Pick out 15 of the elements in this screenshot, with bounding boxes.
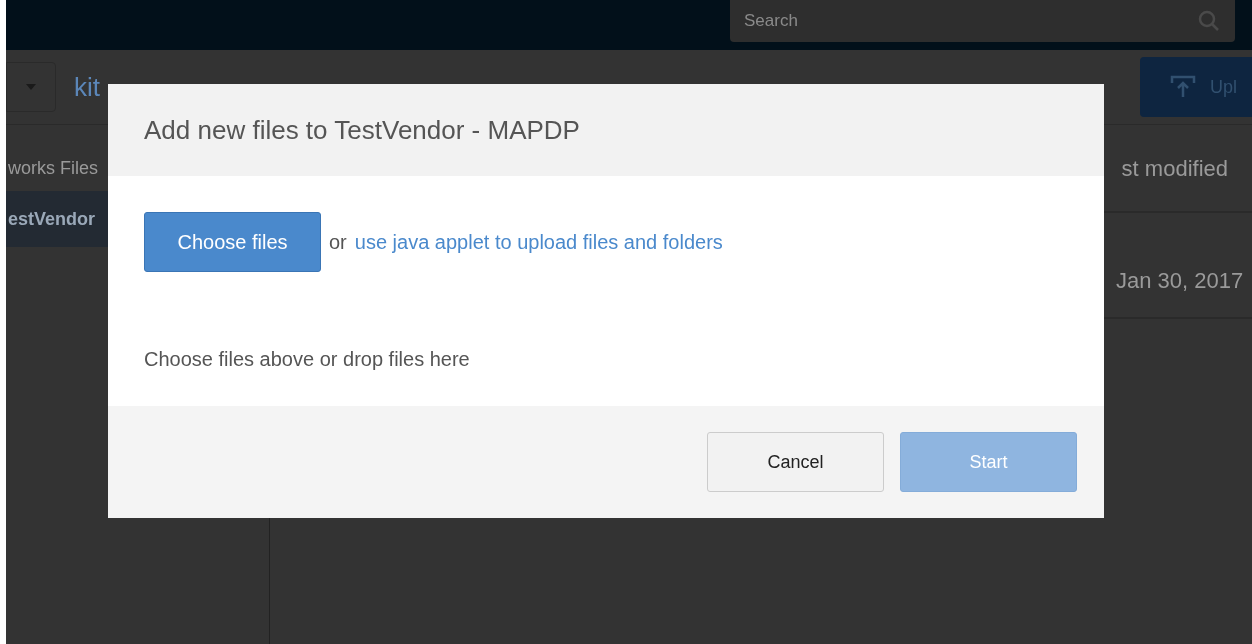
or-text: or [329, 230, 347, 255]
caret-icon [26, 84, 36, 90]
choose-files-button[interactable]: Choose files [144, 212, 321, 272]
dropdown-button[interactable] [6, 62, 56, 112]
dialog-title: Add new files to TestVendor - MAPDP [144, 113, 580, 147]
search-icon [1197, 9, 1221, 33]
table-cell-text: Jan 30, 2017 [1116, 266, 1245, 295]
drop-hint: Choose files above or drop files here [144, 347, 471, 372]
search-field[interactable]: Search [730, 0, 1235, 42]
java-applet-link[interactable]: use java applet to upload files and folders [354, 227, 723, 257]
upload-icon [1170, 75, 1196, 99]
breadcrumb-link[interactable]: kit [74, 67, 100, 107]
column-header: st modified [1121, 154, 1228, 183]
cancel-button[interactable]: Cancel [707, 432, 884, 492]
search-input[interactable]: Search [744, 8, 1044, 34]
